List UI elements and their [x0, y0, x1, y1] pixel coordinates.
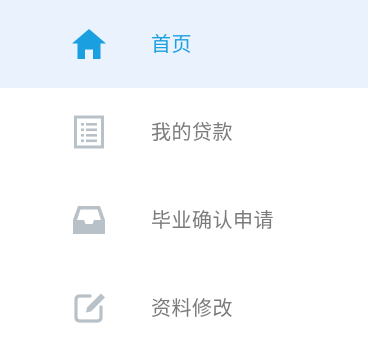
inbox-tray-icon [71, 202, 107, 238]
menu-item-label: 资料修改 [151, 296, 233, 320]
menu-item-home[interactable]: 首页 [0, 0, 368, 88]
edit-icon [71, 290, 107, 326]
sidebar-menu: 首页 我的贷款 毕业确认申请 资料修改 [0, 0, 368, 341]
menu-item-label: 我的贷款 [151, 120, 233, 144]
home-icon [71, 26, 107, 62]
menu-item-label: 首页 [151, 32, 192, 56]
menu-item-label: 毕业确认申请 [151, 208, 274, 232]
menu-item-my-loans[interactable]: 我的贷款 [0, 88, 368, 176]
menu-item-graduation-confirmation[interactable]: 毕业确认申请 [0, 176, 368, 264]
list-document-icon [71, 114, 107, 150]
menu-item-profile-edit[interactable]: 资料修改 [0, 264, 368, 352]
